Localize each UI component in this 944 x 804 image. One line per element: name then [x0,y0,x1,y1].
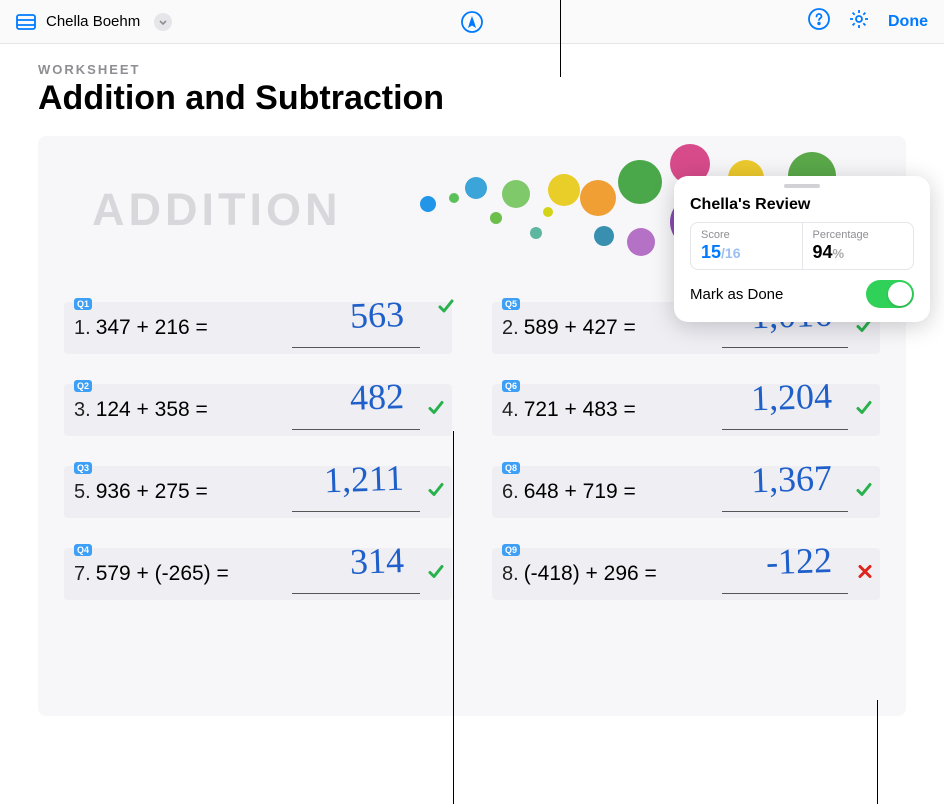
sidebar-icon[interactable] [16,14,36,30]
question-number: 3. [70,399,91,422]
answer-underline [722,429,848,430]
question-badge: Q5 [502,298,520,310]
score-value: 15/16 [701,242,792,263]
question-expression: 347 + 216 = [96,316,208,340]
chevron-down-icon[interactable] [154,13,172,31]
question-expression: 124 + 358 = [96,398,208,422]
check-icon[interactable] [426,398,446,423]
question-number: 6. [498,481,519,504]
handwritten-answer: -122 [765,539,832,583]
question-row[interactable]: Q64.721 + 483 =1,204 [492,384,880,436]
mark-done-row: Mark as Done [690,280,914,308]
bubble [580,180,616,216]
mark-done-label: Mark as Done [690,286,783,303]
question-number: 8. [498,563,519,586]
callout-line [560,0,561,77]
question-badge: Q1 [74,298,92,310]
bubble [594,226,614,246]
questions-col-right: Q52.589 + 427 =1,016Q64.721 + 483 =1,204… [492,302,880,600]
question-number: 4. [498,399,519,422]
question-row[interactable]: Q11.347 + 216 =563 [64,302,452,354]
answer-underline [292,347,420,348]
percentage-label: Percentage [813,229,904,241]
content: WORKSHEET Addition and Subtraction ADDIT… [0,44,944,804]
review-card: Chella's Review Score 15/16 Percentage 9… [674,176,930,322]
question-badge: Q8 [502,462,520,474]
wrong-icon[interactable] [856,563,874,586]
toolbar: Chella Boehm Done [0,0,944,44]
question-expression: (-418) + 296 = [524,562,657,586]
question-number: 5. [70,481,91,504]
score-stat: Score 15/16 [691,223,802,269]
answer-underline [722,593,848,594]
callout-line [453,431,454,804]
question-badge: Q9 [502,544,520,556]
page-label: WORKSHEET [38,62,906,77]
user-name[interactable]: Chella Boehm [46,13,140,30]
handwritten-answer: 482 [349,375,404,419]
help-icon[interactable] [808,8,830,35]
bubble [618,160,662,204]
question-number: 1. [70,317,91,340]
question-number: 2. [498,317,519,340]
question-row[interactable]: Q35.936 + 275 =1,211 [64,466,452,518]
handwritten-answer: 314 [349,539,404,583]
question-row[interactable]: Q47.579 + (-265) =314 [64,548,452,600]
check-icon[interactable] [436,296,456,321]
question-expression: 936 + 275 = [96,480,208,504]
bubble [548,174,580,206]
handwritten-answer: 1,211 [324,457,405,502]
answer-underline [292,593,420,594]
bubble [449,193,459,203]
question-expression: 579 + (-265) = [96,562,229,586]
question-expression: 589 + 427 = [524,316,636,340]
review-stats: Score 15/16 Percentage 94% [690,222,914,270]
check-icon[interactable] [854,398,874,423]
question-expression: 721 + 483 = [524,398,636,422]
check-icon[interactable] [426,480,446,505]
answer-underline [722,347,848,348]
answer-underline [292,511,420,512]
mark-done-toggle[interactable] [866,280,914,308]
check-icon[interactable] [854,480,874,505]
questions-col-left: Q11.347 + 216 =563Q23.124 + 358 =482Q35.… [64,302,452,600]
review-title: Chella's Review [690,196,914,214]
callout-line [877,700,878,804]
question-badge: Q4 [74,544,92,556]
page-title: Addition and Subtraction [38,79,906,118]
bubble [543,207,553,217]
bubble [465,177,487,199]
question-badge: Q3 [74,462,92,474]
toolbar-right: Done [808,8,928,35]
drag-handle[interactable] [784,184,820,188]
bubble [490,212,502,224]
answer-underline [722,511,848,512]
question-row[interactable]: Q86.648 + 719 =1,367 [492,466,880,518]
section-heading: ADDITION [92,184,342,236]
question-row[interactable]: Q23.124 + 358 =482 [64,384,452,436]
handwritten-answer: 563 [349,293,404,337]
percentage-value: 94% [813,242,904,263]
bubble [627,228,655,256]
questions-grid: Q11.347 + 216 =563Q23.124 + 358 =482Q35.… [58,302,886,600]
score-label: Score [701,229,792,241]
toolbar-left: Chella Boehm [16,13,172,31]
question-number: 7. [70,563,91,586]
handwritten-answer: 1,367 [750,457,832,502]
answer-underline [292,429,420,430]
gear-icon[interactable] [848,8,870,35]
question-badge: Q2 [74,380,92,392]
markup-icon[interactable] [461,11,483,33]
check-icon[interactable] [426,562,446,587]
question-row[interactable]: Q98.(-418) + 296 =-122 [492,548,880,600]
bubble [530,227,542,239]
question-expression: 648 + 719 = [524,480,636,504]
bubble [420,196,436,212]
percentage-stat: Percentage 94% [802,223,914,269]
bubble [502,180,530,208]
done-button[interactable]: Done [888,13,928,31]
handwritten-answer: 1,204 [750,375,832,420]
question-badge: Q6 [502,380,520,392]
